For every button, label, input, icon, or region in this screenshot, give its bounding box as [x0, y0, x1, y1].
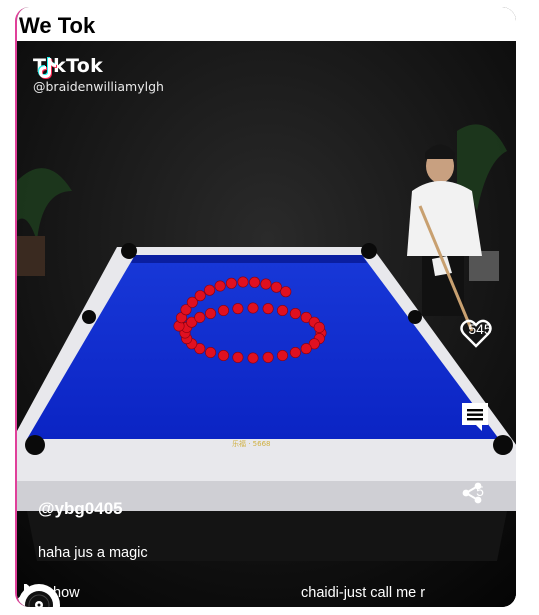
- heart-icon[interactable]: [460, 319, 492, 349]
- post-username[interactable]: @ybg0405: [38, 499, 123, 519]
- snooker-ball: [289, 307, 301, 319]
- share-icon[interactable]: [460, 481, 484, 505]
- snooker-ball: [232, 303, 244, 315]
- video-player[interactable]: 乐福 · 5668 TikTok @braidenwilliamylgh 545: [17, 41, 516, 607]
- snooker-ball: [205, 346, 217, 358]
- snooker-ball: [313, 321, 325, 333]
- snooker-ball: [214, 280, 226, 292]
- snooker-ball: [249, 276, 261, 288]
- snooker-ball: [270, 281, 282, 293]
- snooker-ball: [205, 307, 217, 319]
- snooker-ball: [194, 311, 206, 323]
- snooker-ball: [247, 352, 259, 364]
- snooker-ball: [247, 302, 259, 314]
- post-caption: haha jus a magic: [38, 545, 148, 561]
- app-title: We Tok: [19, 13, 96, 38]
- snooker-ball: [262, 303, 274, 315]
- snooker-ball: [300, 343, 312, 355]
- video-frame: 乐福 · 5668: [17, 41, 516, 607]
- snooker-ball: [262, 351, 274, 363]
- music-title-right: chaidi-just call me r: [301, 585, 426, 601]
- comment-button[interactable]: 45: [460, 401, 500, 431]
- snooker-ball: [232, 351, 244, 363]
- share-button[interactable]: 5: [460, 481, 500, 504]
- snooker-ball: [204, 284, 216, 296]
- snooker-ball: [260, 278, 272, 290]
- music-disc-icon[interactable]: [17, 583, 61, 607]
- snooker-ball: [218, 304, 230, 316]
- tiktok-logo-icon: [38, 57, 57, 79]
- snooker-ball: [194, 290, 206, 302]
- snooker-ball: [276, 349, 288, 361]
- like-button[interactable]: 545: [460, 319, 500, 348]
- snooker-ball: [289, 346, 301, 358]
- snooker-ball: [237, 276, 249, 288]
- comment-icon[interactable]: [460, 401, 490, 433]
- video-card: We Tok 乐福 · 5668 TikTok @braidenwilliamy…: [15, 7, 516, 607]
- snooker-ball: [218, 349, 230, 361]
- svg-text:乐福 · 5668: 乐福 · 5668: [232, 439, 271, 448]
- snooker-ball: [276, 304, 288, 316]
- music-ticker[interactable]: how chaidi-just call me r: [17, 583, 516, 607]
- tiktok-watermark: TikTok @braidenwilliamylgh: [33, 55, 164, 94]
- snooker-ball: [225, 277, 237, 289]
- snooker-ball: [280, 286, 292, 298]
- watermark-handle: @braidenwilliamylgh: [33, 79, 164, 94]
- app-header: We Tok: [17, 7, 516, 41]
